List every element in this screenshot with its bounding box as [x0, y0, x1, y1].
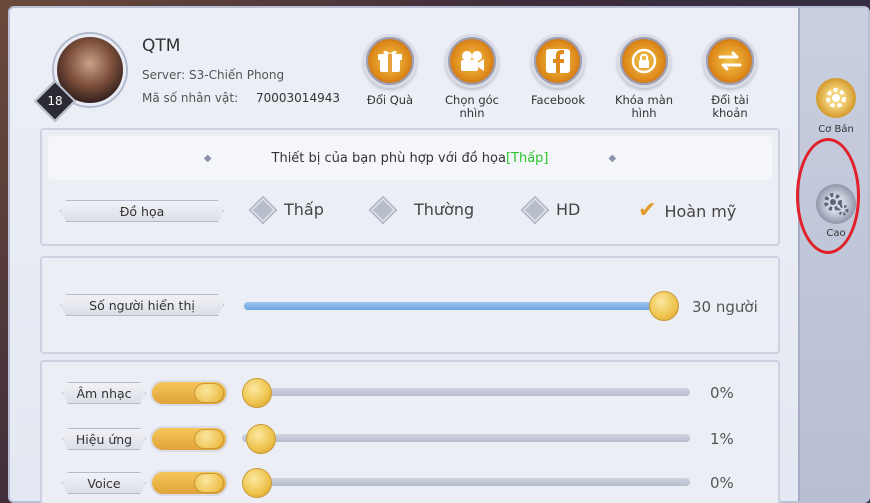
camera-icon — [445, 34, 499, 88]
graphics-notice: ◆ Thiết bị của bạn phù hợp với đồ họa [Th… — [48, 136, 772, 180]
option-perfect-label: Hoàn mỹ — [664, 201, 737, 221]
player-id-value: 70003014943 — [256, 91, 340, 105]
voice-label: Voice — [62, 472, 146, 494]
voice-toggle[interactable] — [150, 470, 228, 496]
audio-panel: Âm nhạc 0% Hiệu ứng 1% Voice 0% — [40, 360, 780, 503]
music-slider[interactable] — [242, 388, 690, 396]
players-shown-slider[interactable] — [244, 302, 664, 310]
toggle-knob — [194, 383, 224, 403]
slider-fill — [244, 302, 664, 310]
effects-label: Hiệu ứng — [62, 428, 146, 450]
diamond-left-icon: ◆ — [203, 152, 212, 164]
radio-diamond-icon — [370, 196, 396, 223]
graphics-option-normal[interactable]: Thường — [370, 196, 475, 223]
switch-account-button[interactable]: Đổi tài khoản — [690, 34, 770, 134]
facebook-label: Facebook — [530, 93, 586, 107]
swap-icon — [703, 34, 757, 88]
effects-value: 1% — [710, 430, 734, 448]
music-value: 0% — [710, 384, 734, 402]
settings-tabs: Cơ Bản Cao — [796, 8, 868, 501]
lock-icon — [617, 34, 671, 88]
graphics-option-hd[interactable]: HD — [522, 196, 581, 223]
lock-screen-button[interactable]: Khóa màn hình — [604, 34, 684, 134]
notice-level: [Thấp] — [505, 150, 549, 166]
player-id-label: Mã số nhân vật: — [142, 91, 239, 105]
effects-toggle[interactable] — [150, 426, 228, 452]
facebook-icon — [531, 34, 585, 88]
profile-header: 18 QTM Server: S3-Chiến Phong Mã số nhân… — [10, 8, 800, 128]
redeem-gift-label: Đổi Quà — [366, 93, 414, 107]
tab-basic-label: Cơ Bản — [818, 124, 854, 135]
effects-slider-knob[interactable] — [246, 424, 277, 454]
highlight-ring — [796, 138, 860, 254]
gift-icon — [363, 34, 417, 88]
notice-text: Thiết bị của bạn phù hợp với đồ họa — [271, 150, 506, 166]
camera-view-button[interactable]: Chọn góc nhìn — [432, 34, 512, 134]
voice-slider-knob[interactable] — [242, 468, 272, 498]
voice-slider[interactable] — [242, 478, 690, 486]
slider-knob[interactable] — [649, 291, 679, 321]
music-toggle[interactable] — [150, 380, 228, 406]
level-text: 18 — [47, 94, 63, 108]
lock-screen-label: Khóa màn hình — [614, 93, 674, 120]
switch-account-label: Đổi tài khoản — [711, 93, 749, 120]
graphics-option-perfect[interactable]: ✔ Hoàn mỹ — [638, 200, 736, 222]
radio-diamond-icon — [250, 196, 276, 223]
players-shown-value: 30 người — [692, 298, 758, 316]
effects-slider[interactable] — [242, 434, 690, 442]
players-shown-panel: Số người hiển thị 30 người — [40, 256, 780, 354]
toggle-knob — [194, 473, 224, 493]
music-label: Âm nhạc — [62, 382, 146, 404]
player-name: QTM — [142, 36, 181, 56]
graphics-label: Đồ họa — [60, 200, 224, 222]
graphics-option-low[interactable]: Thấp — [250, 196, 324, 223]
option-normal-label: Thường — [414, 200, 475, 219]
diamond-right-icon: ◆ — [608, 152, 617, 164]
redeem-gift-button[interactable]: Đổi Quà — [350, 34, 430, 134]
camera-view-label: Chọn góc nhìn — [445, 93, 499, 120]
gear-icon — [816, 78, 856, 118]
toggle-knob — [194, 429, 224, 449]
players-shown-label: Số người hiển thị — [60, 294, 224, 316]
checkmark-icon: ✔ — [638, 198, 657, 223]
player-server: Server: S3-Chiến Phong — [142, 68, 285, 82]
option-low-label: Thấp — [284, 200, 324, 219]
graphics-panel: ◆ Thiết bị của bạn phù hợp với đồ họa [Th… — [40, 128, 780, 246]
facebook-button[interactable]: Facebook — [518, 34, 598, 134]
voice-value: 0% — [710, 474, 734, 492]
settings-window: 18 QTM Server: S3-Chiến Phong Mã số nhân… — [8, 6, 870, 503]
radio-diamond-icon — [522, 196, 548, 223]
tab-basic[interactable]: Cơ Bản — [806, 78, 866, 148]
option-hd-label: HD — [556, 200, 581, 219]
music-slider-knob[interactable] — [242, 378, 272, 408]
